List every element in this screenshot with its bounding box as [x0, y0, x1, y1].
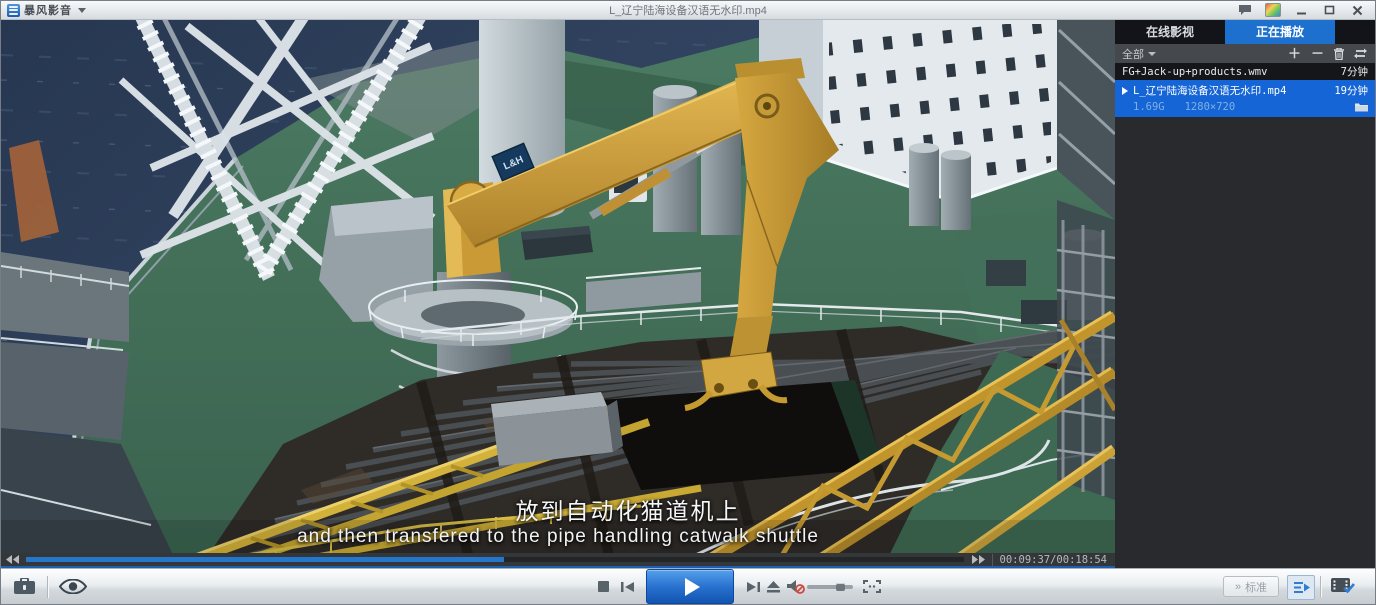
- video-area[interactable]: L&H 放到自动化猫道机上 and then transf: [1, 20, 1115, 568]
- speed-button[interactable]: » 标准: [1223, 576, 1279, 597]
- rewind-icon[interactable]: [6, 555, 20, 564]
- volume-slider[interactable]: [807, 585, 853, 589]
- volume-handle[interactable]: [836, 583, 845, 591]
- play-button[interactable]: [646, 569, 734, 604]
- speed-prefix: »: [1235, 581, 1241, 593]
- playlist-item-current[interactable]: L_辽宁陆海设备汉语无水印.mp4 19分钟 1.69G 1280×720: [1115, 80, 1375, 117]
- eye-icon[interactable]: [59, 579, 87, 594]
- playing-indicator-icon: [1122, 87, 1128, 95]
- skin-icon[interactable]: [1265, 3, 1281, 17]
- minimize-button[interactable]: [1293, 3, 1309, 17]
- seekbar-track[interactable]: [26, 557, 964, 562]
- playlist-filter-bar: 全部 ＋ －: [1115, 44, 1375, 63]
- eject-button[interactable]: [767, 569, 780, 604]
- playlist-item-resolution: 1280×720: [1185, 101, 1236, 113]
- folder-icon[interactable]: [1355, 102, 1368, 112]
- divider: [47, 576, 48, 598]
- next-button[interactable]: [747, 569, 760, 604]
- video-content: L&H: [1, 20, 1115, 568]
- tab-online-video[interactable]: 在线影视: [1115, 20, 1225, 44]
- time-display: 00:09:37/00:18:54: [992, 554, 1115, 566]
- feedback-icon[interactable]: [1237, 3, 1253, 17]
- seekbar-progress: [26, 557, 504, 562]
- titlebar: 暴风影音 L_辽宁陆海设备汉语无水印.mp4: [1, 1, 1375, 20]
- playlist-tabs: 在线影视 正在播放: [1115, 20, 1375, 44]
- tab-now-playing[interactable]: 正在播放: [1225, 20, 1335, 44]
- filter-dropdown[interactable]: 全部: [1122, 46, 1156, 62]
- remove-icon[interactable]: －: [1311, 47, 1324, 60]
- chevron-down-icon[interactable]: [78, 8, 86, 13]
- window-controls: [1237, 3, 1375, 17]
- speed-label: 标准: [1245, 579, 1267, 595]
- fullscreen-button[interactable]: [863, 569, 881, 604]
- window-title: L_辽宁陆海设备汉语无水印.mp4: [1, 2, 1375, 18]
- video-manager-button[interactable]: [1331, 577, 1355, 594]
- volume-muted-icon[interactable]: [787, 569, 805, 604]
- close-button[interactable]: [1349, 3, 1365, 17]
- divider: [1320, 576, 1321, 597]
- maximize-button[interactable]: [1321, 3, 1337, 17]
- add-icon[interactable]: ＋: [1288, 47, 1301, 60]
- playlist-panel: 在线影视 正在播放 全部 ＋ －: [1115, 20, 1375, 568]
- playlist-item-size: 1.69G: [1133, 101, 1165, 113]
- playlist-icon: [1293, 581, 1310, 594]
- playlist-item[interactable]: FG+Jack-up+products.wmv 7分钟: [1115, 63, 1375, 80]
- app-logo[interactable]: 暴风影音: [1, 2, 86, 18]
- filter-label: 全部: [1122, 46, 1144, 62]
- playlist-toggle-button[interactable]: [1287, 575, 1315, 600]
- play-icon: [685, 578, 700, 596]
- chevron-down-icon: [1148, 52, 1156, 56]
- player-window: 暴风影音 L_辽宁陆海设备汉语无水印.mp4: [0, 0, 1376, 605]
- playlist-actions: ＋ －: [1288, 47, 1367, 60]
- seekbar-accent-line: [1, 566, 1115, 568]
- sync-icon[interactable]: [1354, 48, 1367, 59]
- playlist-item-duration: 19分钟: [1328, 83, 1368, 98]
- playlist-item-name: L_辽宁陆海设备汉语无水印.mp4: [1133, 83, 1286, 98]
- fast-forward-icon[interactable]: [972, 555, 986, 564]
- playlist-item-duration: 7分钟: [1335, 64, 1368, 79]
- previous-button[interactable]: [621, 569, 634, 604]
- main-area: L&H 放到自动化猫道机上 and then transf: [1, 20, 1375, 568]
- control-bar: » 标准: [1, 568, 1375, 604]
- toolbox-icon[interactable]: [13, 578, 36, 595]
- seekbar: 00:09:37/00:18:54: [1, 553, 1115, 566]
- app-logo-icon: [7, 4, 20, 17]
- app-name: 暴风影音: [24, 2, 72, 18]
- trash-icon[interactable]: [1334, 48, 1344, 60]
- stop-button[interactable]: [598, 569, 609, 604]
- playlist-empty-area: [1115, 117, 1375, 568]
- left-tools: [13, 569, 87, 604]
- playlist-item-name: FG+Jack-up+products.wmv: [1122, 66, 1267, 78]
